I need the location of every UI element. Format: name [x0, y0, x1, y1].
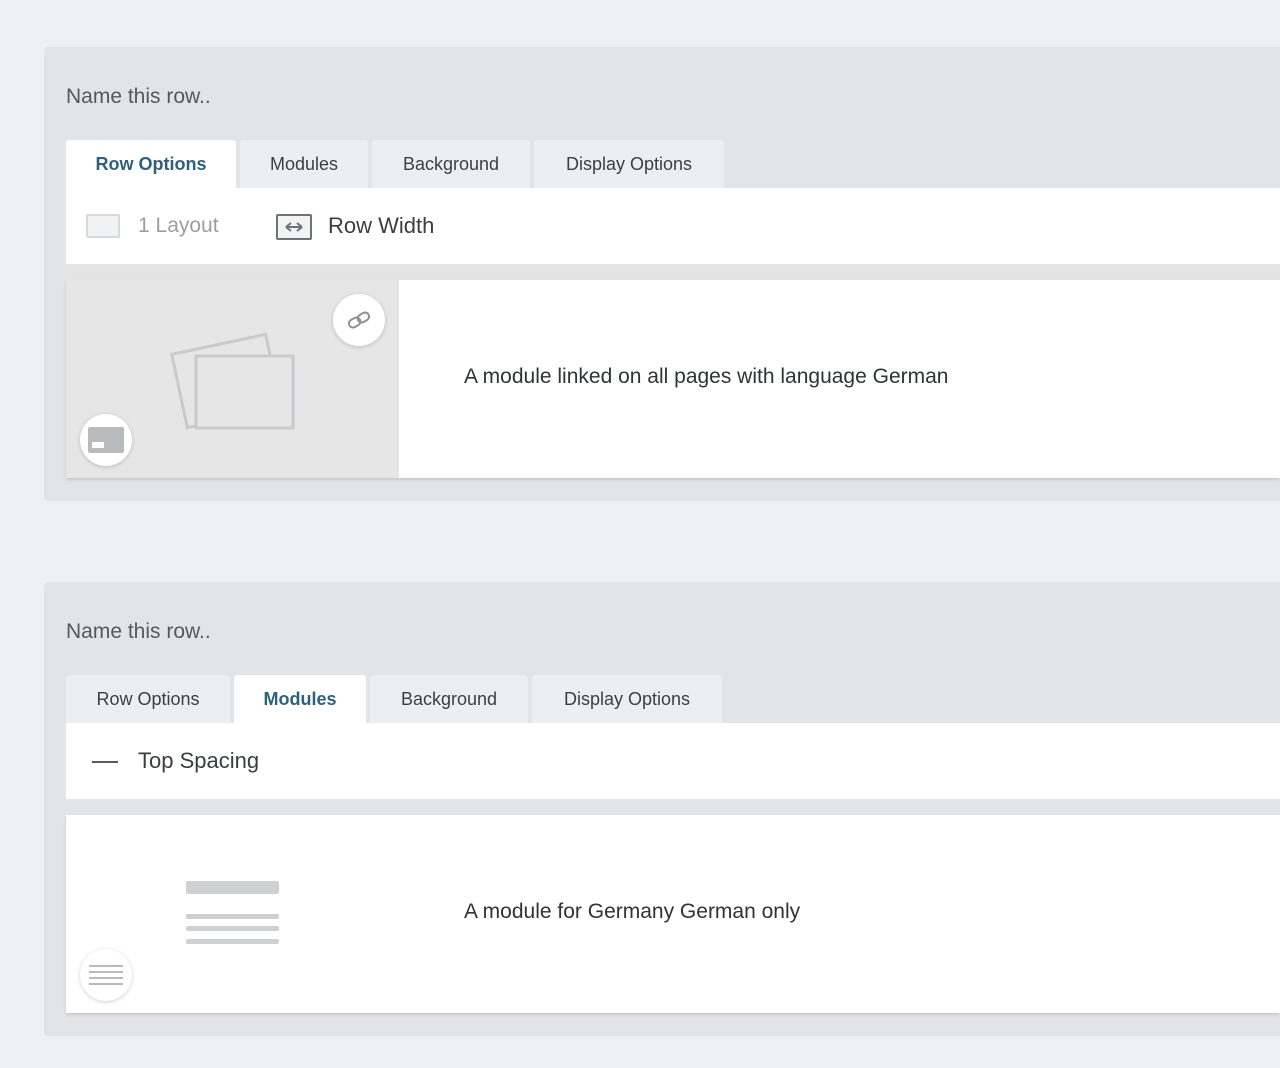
- text-module-icon: [89, 965, 123, 985]
- spacing-icon[interactable]: [92, 761, 118, 763]
- layout-icon[interactable]: [86, 214, 120, 238]
- module-description: A module for Germany German only: [464, 900, 801, 923]
- tab-background[interactable]: Background: [370, 675, 528, 723]
- row-name-input[interactable]: [66, 612, 666, 652]
- row-width-icon[interactable]: [276, 214, 312, 240]
- row-options-bar: Top Spacing: [66, 723, 1280, 799]
- layout-label[interactable]: 1 Layout: [138, 214, 219, 238]
- row-options-bar: 1 Layout Row Width: [66, 188, 1280, 264]
- tab-modules[interactable]: Modules: [234, 675, 366, 723]
- row-panel: Row Options Modules Background Display O…: [44, 582, 1280, 1036]
- tab-display-options[interactable]: Display Options: [534, 140, 724, 188]
- tab-background[interactable]: Background: [372, 140, 530, 188]
- tab-display-options[interactable]: Display Options: [532, 675, 722, 723]
- row-width-label[interactable]: Row Width: [328, 214, 434, 238]
- tab-modules[interactable]: Modules: [240, 140, 368, 188]
- tab-row-options[interactable]: Row Options: [66, 675, 230, 723]
- arrows-horizontal-icon: [285, 222, 303, 232]
- module-description: A module linked on all pages with langua…: [464, 365, 949, 388]
- tab-row-options[interactable]: Row Options: [66, 140, 236, 188]
- module-card[interactable]: A module linked on all pages with langua…: [66, 280, 1280, 478]
- link-button[interactable]: [333, 294, 385, 346]
- module-type-button[interactable]: [80, 949, 132, 1001]
- module-card[interactable]: A module for Germany German only: [66, 815, 1280, 1013]
- row-name-input[interactable]: [66, 77, 666, 117]
- top-spacing-label[interactable]: Top Spacing: [138, 749, 259, 773]
- image-module-icon: [88, 427, 124, 453]
- row-panel: Row Options Modules Background Display O…: [44, 47, 1280, 501]
- module-type-button[interactable]: [80, 414, 132, 466]
- link-icon: [347, 311, 371, 329]
